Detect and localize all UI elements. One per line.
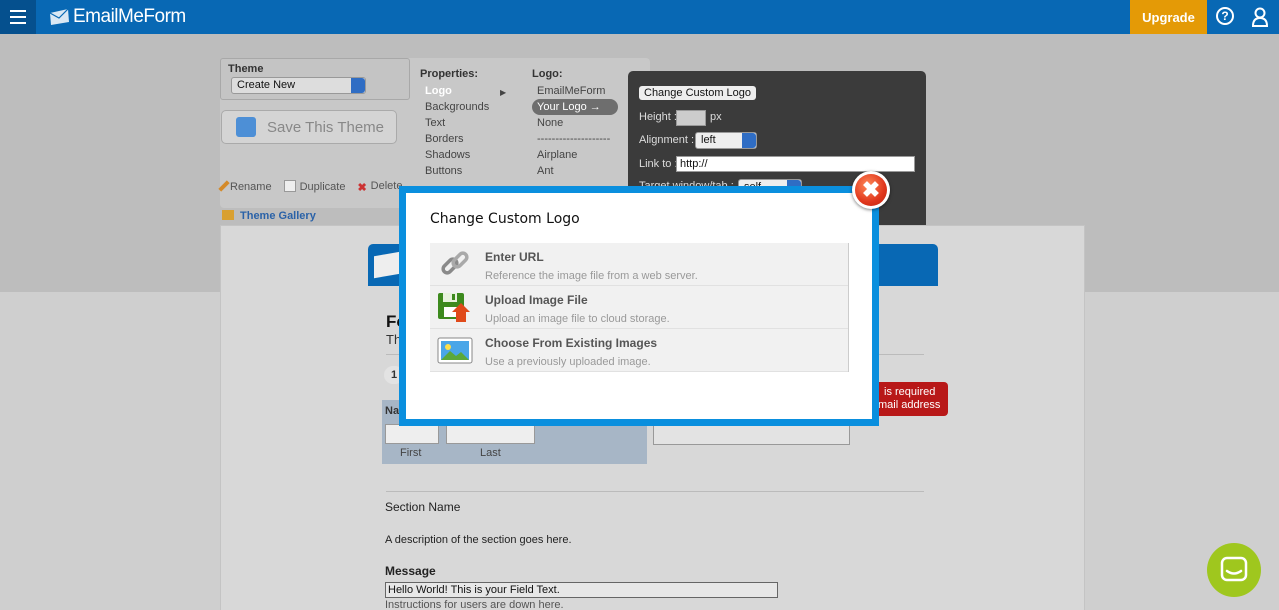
save-theme-label: Save This Theme [267, 118, 385, 136]
name-label: Na [385, 405, 400, 417]
property-text[interactable]: Text [420, 115, 510, 131]
link-label: Link to : [639, 158, 678, 170]
save-theme-button[interactable]: Save This Theme [221, 110, 397, 144]
height-label: Height : [639, 111, 677, 123]
menu-hamburger-icon[interactable] [0, 0, 36, 34]
theme-actions: Rename Duplicate ✖ Delete [218, 180, 403, 194]
email-input[interactable] [653, 424, 850, 445]
error-line-1: is required [884, 386, 936, 398]
option-choose-existing[interactable]: Choose From Existing Images Use a previo… [430, 329, 848, 372]
envelope-logo-icon [49, 8, 69, 25]
modal-close-button[interactable]: ✖ [852, 171, 890, 209]
property-logo[interactable]: Logo [420, 83, 510, 99]
logo-source-options: Enter URL Reference the image file from … [430, 243, 849, 372]
theme-gallery-label: Theme Gallery [240, 210, 316, 222]
error-line-2: mail address [878, 399, 941, 411]
image-picture-icon [437, 337, 473, 364]
logo-option-ant[interactable]: Ant [532, 163, 624, 179]
logo-option-none[interactable]: None [532, 115, 624, 131]
alignment-label: Alignment : [639, 134, 695, 146]
link-chain-icon [441, 251, 469, 275]
theme-gallery-link[interactable]: Theme Gallery [222, 210, 316, 222]
property-shadows[interactable]: Shadows [420, 147, 510, 163]
duplicate-link[interactable]: Duplicate [283, 180, 346, 193]
rename-label: Rename [230, 181, 272, 193]
rename-link[interactable]: Rename [218, 180, 272, 193]
option-title: Upload Image File [485, 293, 588, 307]
property-buttons[interactable]: Buttons [420, 163, 510, 179]
last-name-input[interactable] [446, 424, 535, 444]
theme-select[interactable]: Create New [231, 77, 366, 94]
help-icon[interactable]: ? [1216, 7, 1234, 25]
option-title: Enter URL [485, 250, 544, 264]
validation-error-tooltip: is required mail address [870, 382, 948, 416]
first-caption: First [400, 447, 422, 459]
properties-list: Properties: Logo Backgrounds Text Border… [420, 68, 510, 179]
property-backgrounds[interactable]: Backgrounds [420, 99, 510, 115]
message-textarea[interactable]: Hello World! This is your Field Text. [385, 582, 778, 598]
duplicate-label: Duplicate [299, 181, 346, 193]
top-navbar: EmailMeForm Upgrade ? [0, 0, 1279, 34]
envelope-icon [374, 251, 400, 279]
logo-option-your-logo[interactable]: Your Logo → [532, 99, 618, 115]
property-borders[interactable]: Borders [420, 131, 510, 147]
logo-list: Logo: EmailMeForm Your Logo → None -----… [532, 68, 624, 179]
option-title: Choose From Existing Images [485, 336, 658, 350]
brand-logo[interactable]: EmailMeForm [48, 4, 186, 30]
logo-option-airplane[interactable]: Airplane [532, 147, 624, 163]
message-hint: Instructions for users are down here. [385, 599, 564, 610]
logo-option-emailmeform[interactable]: EmailMeForm [532, 83, 624, 99]
message-label: Message [385, 564, 436, 578]
option-description: Use a previously uploaded image. [485, 356, 651, 368]
height-unit: px [710, 111, 722, 123]
option-description: Reference the image file from a web serv… [485, 270, 698, 282]
duplicate-icon [283, 180, 296, 192]
divider [386, 491, 924, 492]
theme-label: Theme [228, 63, 264, 75]
properties-label: Properties: [420, 68, 479, 80]
change-logo-modal: Change Custom Logo Enter URL Reference t… [399, 186, 879, 426]
option-upload-image[interactable]: Upload Image File Upload an image file t… [430, 286, 848, 329]
section-name: Section Name [385, 500, 461, 514]
upgrade-button[interactable]: Upgrade [1130, 0, 1207, 34]
modal-title: Change Custom Logo [430, 211, 580, 227]
link-input[interactable]: http:// [676, 156, 915, 172]
theme-select-box: Theme Create New [220, 58, 410, 100]
delete-label: Delete [370, 180, 403, 192]
logo-label: Logo: [532, 68, 563, 80]
user-account-icon[interactable] [1252, 7, 1268, 27]
last-caption: Last [480, 447, 501, 459]
alignment-value: left [701, 134, 716, 146]
alignment-select[interactable]: left [695, 132, 757, 149]
section-description: A description of the section goes here. [385, 534, 572, 546]
logo-divider: -------------------- [537, 133, 611, 145]
select-arrow-icon [351, 78, 365, 93]
theme-select-value: Create New [237, 79, 296, 91]
option-description: Upload an image file to cloud storage. [485, 313, 670, 325]
close-icon: ✖ [855, 174, 887, 206]
first-name-input[interactable] [385, 424, 439, 444]
chat-bubble-icon [1220, 556, 1248, 582]
select-arrow-icon [742, 133, 756, 148]
floppy-disk-icon [236, 117, 256, 137]
delete-x-icon: ✖ [357, 182, 367, 194]
gallery-icon [222, 210, 234, 220]
option-enter-url[interactable]: Enter URL Reference the image file from … [430, 243, 848, 286]
brand-name: EmailMeForm [73, 6, 186, 27]
change-custom-logo-button[interactable]: Change Custom Logo [639, 86, 757, 100]
chat-support-button[interactable] [1207, 543, 1261, 597]
upload-disk-icon [438, 293, 470, 322]
pencil-icon [218, 180, 230, 192]
height-input[interactable] [676, 110, 706, 126]
caret-right-icon: ▶ [500, 88, 507, 97]
delete-link[interactable]: ✖ Delete [357, 180, 403, 194]
